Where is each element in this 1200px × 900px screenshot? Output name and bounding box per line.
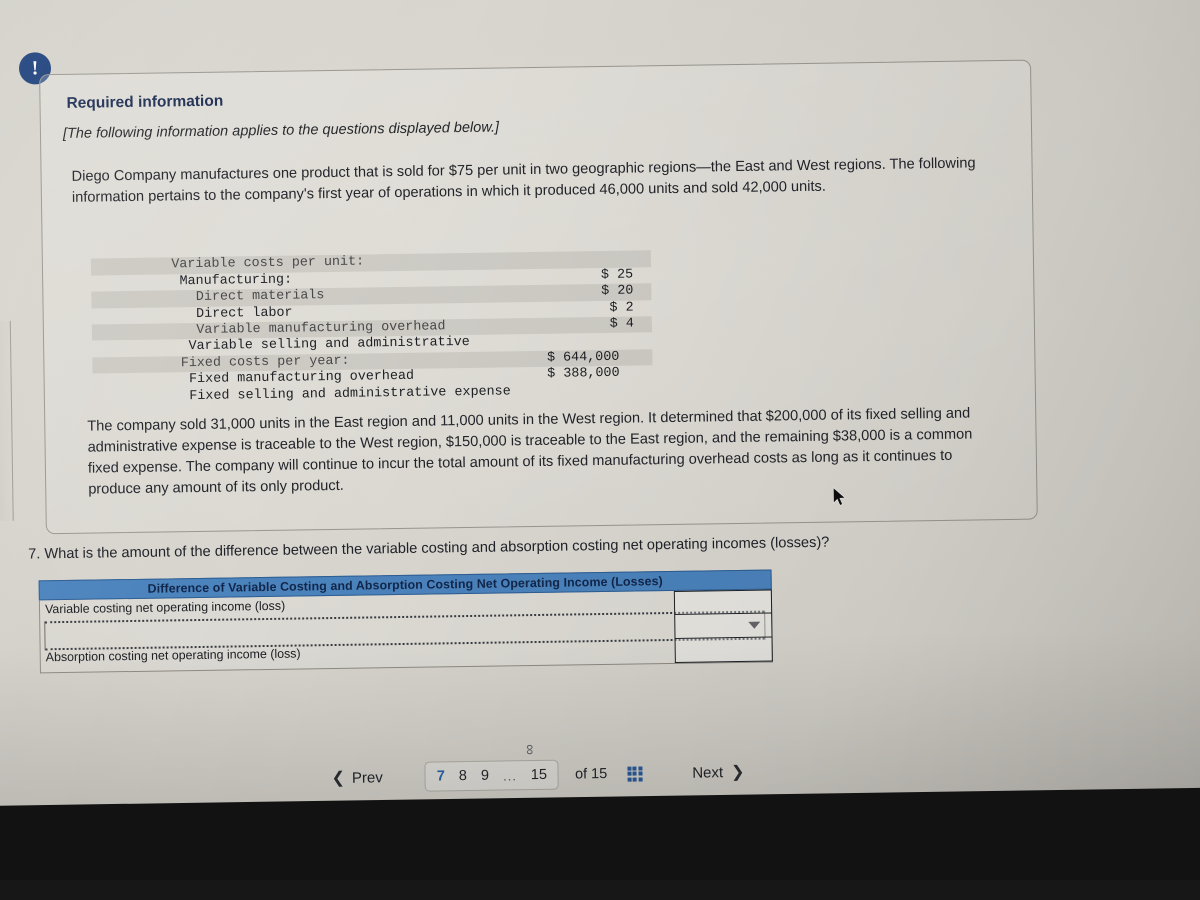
cost-amount: $ 388,000 — [547, 365, 620, 382]
pagination-bar: ❮ Prev 7 8 9 ... 15 of 15 Next ❯ — [331, 748, 852, 800]
cost-amount: $ 2 — [609, 300, 634, 316]
next-button[interactable]: Next ❯ — [692, 762, 745, 783]
mouse-pointer-icon — [832, 486, 847, 512]
intro-paragraph: Diego Company manufactures one product t… — [71, 155, 976, 206]
page-ellipsis: ... — [502, 767, 517, 784]
value-input-2[interactable] — [674, 613, 773, 639]
page-button-7[interactable]: 7 — [437, 768, 445, 784]
card-subtitle: [The following information applies to th… — [62, 119, 500, 142]
page-scribble-artifact: ∞ — [520, 744, 539, 756]
page-count-label: of 15 — [574, 765, 608, 783]
chevron-right-icon: ❯ — [730, 763, 745, 782]
page-button-9[interactable]: 9 — [481, 768, 489, 784]
cost-amount: $ 644,000 — [546, 349, 620, 366]
page-button-last[interactable]: 15 — [531, 767, 547, 783]
cost-amount: $ 4 — [609, 316, 634, 332]
grid-view-icon[interactable] — [627, 765, 643, 782]
browser-edge-sliver — [0, 320, 14, 522]
page-button-8[interactable]: 8 — [459, 768, 467, 784]
required-information-card: Required information [The following info… — [39, 59, 1038, 535]
cost-data-table: Variable costs per unit: Manufacturing: … — [90, 234, 653, 404]
answer-table-body: Variable costing net operating income (l… — [38, 589, 773, 674]
page-number-group: 7 8 9 ... 15 — [424, 759, 560, 792]
answer-value-inputs — [673, 589, 773, 663]
prev-label: Prev — [351, 768, 383, 787]
question-text: 7. What is the amount of the difference … — [28, 534, 830, 563]
monitor-screen: Check ! Required information [The follow… — [0, 0, 1200, 830]
monitor-bezel-lower — [0, 880, 1200, 900]
cost-label: Fixed selling and administrative expense — [189, 383, 511, 404]
value-input-1[interactable] — [673, 589, 773, 615]
row-label: Variable costing net operating income (l… — [44, 598, 286, 617]
screenshot-root: Check ! Required information [The follow… — [0, 0, 1200, 900]
closing-paragraph: The company sold 31,000 units in the Eas… — [87, 405, 973, 498]
chevron-left-icon: ❮ — [331, 769, 346, 788]
next-label: Next — [692, 763, 724, 782]
value-input-3[interactable] — [674, 637, 773, 663]
page-title: Required information — [66, 92, 224, 112]
answer-table: Difference of Variable Costing and Absor… — [38, 569, 773, 674]
cost-amount: $ 25 — [600, 267, 634, 283]
prev-button[interactable]: ❮ Prev — [331, 767, 383, 788]
row-label: Absorption costing net operating income … — [45, 646, 301, 665]
cost-amount: $ 20 — [601, 283, 634, 300]
